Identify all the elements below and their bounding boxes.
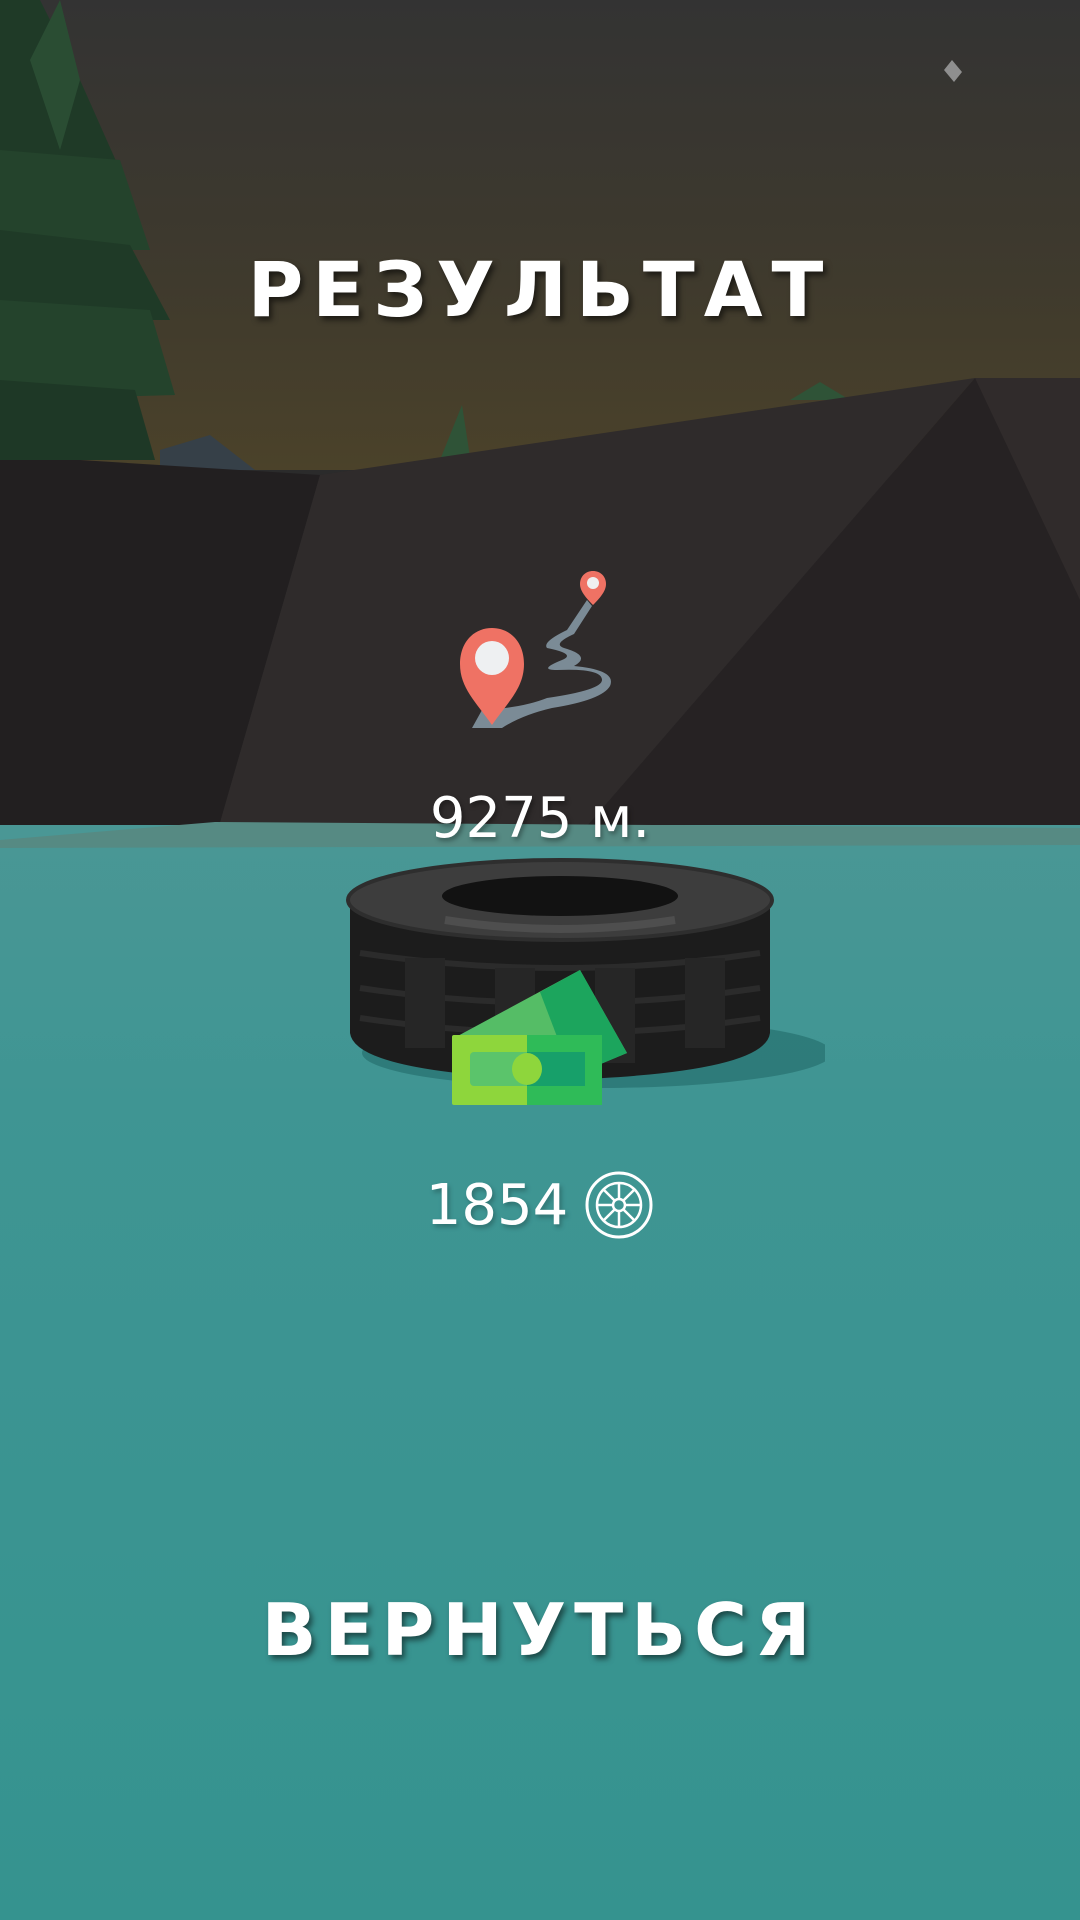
- cash-bills-icon: [452, 970, 627, 1105]
- coins-row: 1854: [0, 1170, 1080, 1240]
- game-results-screen: РЕЗУЛЬТАТ 9275 м. 1854 ВЕРНУТЬСЯ: [0, 0, 1080, 1920]
- route-map-pin-icon: [460, 571, 611, 728]
- results-title: РЕЗУЛЬТАТ: [247, 245, 833, 334]
- coins-value: 1854: [425, 1172, 569, 1238]
- distance-value: 9275 м.: [429, 786, 651, 851]
- return-button[interactable]: ВЕРНУТЬСЯ: [240, 1575, 840, 1685]
- wheel-coin-icon: [585, 1171, 653, 1239]
